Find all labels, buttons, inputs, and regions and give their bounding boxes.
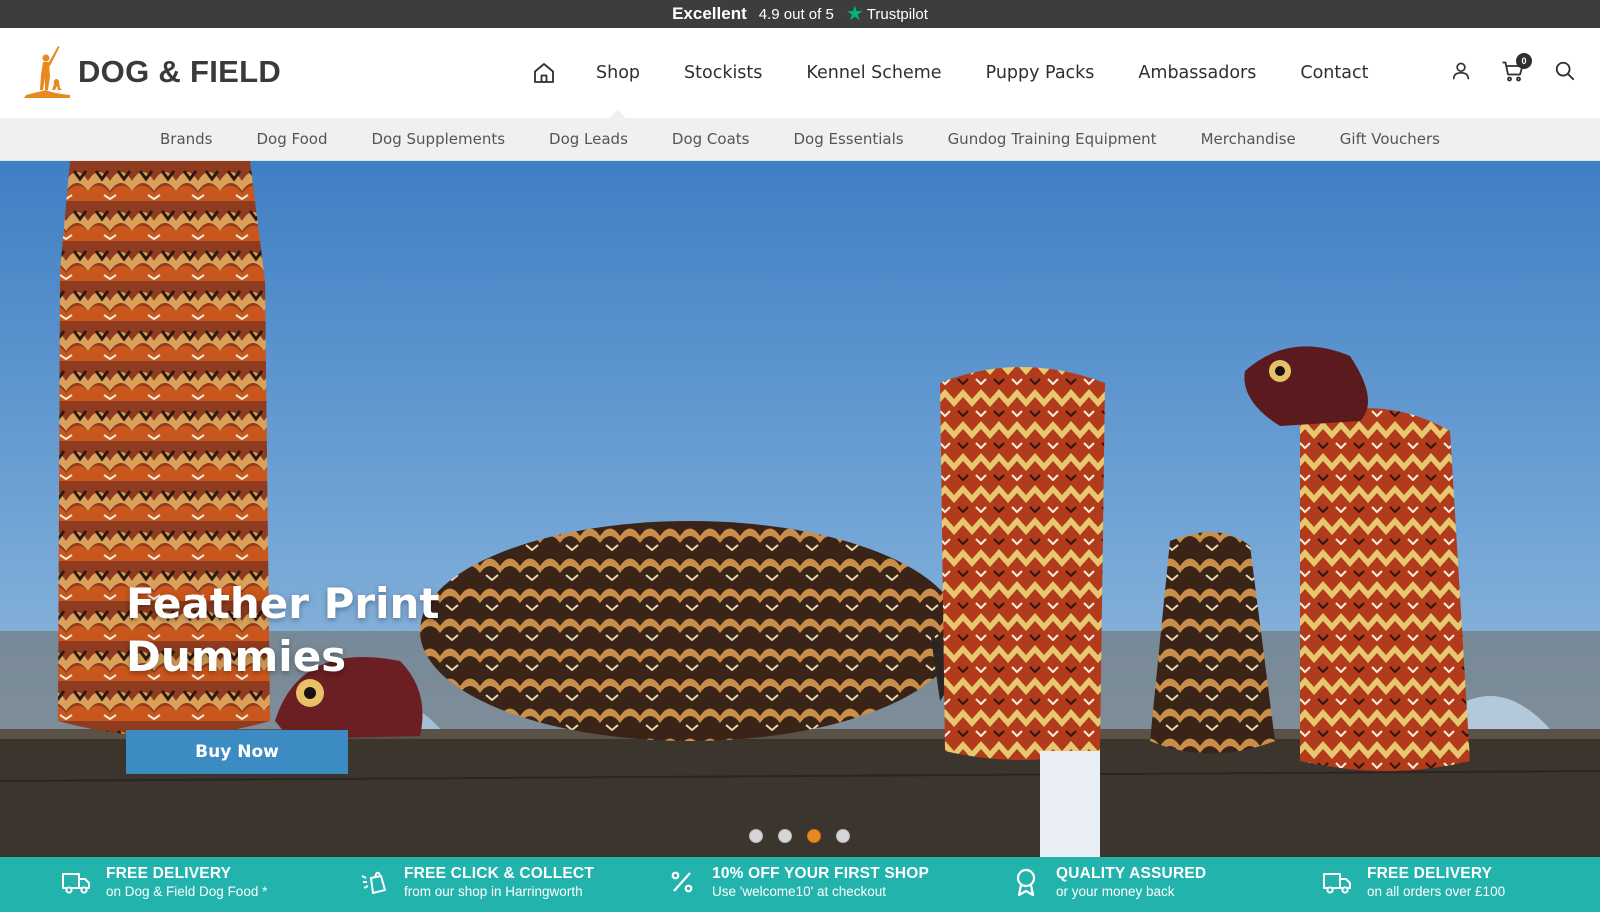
category-dog-supplements[interactable]: Dog Supplements — [372, 130, 506, 148]
nav-shop[interactable]: Shop — [596, 63, 640, 83]
hero-title-line2: Dummies — [126, 632, 347, 681]
category-gift-vouchers[interactable]: Gift Vouchers — [1340, 130, 1440, 148]
usp-title: FREE DELIVERY — [1367, 865, 1493, 882]
usp-title: 10% OFF YOUR FIRST SHOP — [712, 865, 930, 882]
hunter-dog-logo-icon — [24, 46, 70, 98]
search-icon — [1555, 61, 1575, 81]
account-button[interactable] — [1448, 58, 1474, 84]
category-merchandise[interactable]: Merchandise — [1201, 130, 1296, 148]
hero-slider: Feather Print Dummies Buy Now — [0, 161, 1600, 857]
category-dog-essentials[interactable]: Dog Essentials — [793, 130, 903, 148]
truck-icon — [60, 866, 92, 898]
usp-free-delivery-orders: FREE DELIVERY on all orders over £100 — [1321, 865, 1505, 899]
usp-bar: FREE DELIVERY on Dog & Field Dog Food * … — [0, 857, 1600, 912]
logo-text: DOG & FIELD — [78, 54, 282, 89]
award-icon — [1010, 866, 1042, 898]
slider-dots — [749, 829, 850, 843]
usp-subtitle: on all orders over £100 — [1367, 884, 1506, 899]
click-collect-icon — [358, 866, 390, 898]
percent-icon — [666, 866, 698, 898]
trustpilot-score: 4.9 out of 5 — [758, 5, 834, 23]
usp-title: FREE CLICK & COLLECT — [404, 865, 594, 882]
usp-click-collect: FREE CLICK & COLLECT from our shop in Ha… — [358, 865, 594, 899]
trustpilot-brand: Trustpilot — [866, 5, 928, 23]
trustpilot-rating-word: Excellent — [672, 4, 747, 23]
account-icon — [1452, 62, 1470, 80]
category-dog-food[interactable]: Dog Food — [257, 130, 328, 148]
usp-free-delivery-food: FREE DELIVERY on Dog & Field Dog Food * — [60, 865, 267, 899]
usp-title: FREE DELIVERY — [106, 865, 232, 882]
usp-title: QUALITY ASSURED — [1056, 865, 1207, 882]
slide-dot-1[interactable] — [749, 829, 763, 843]
category-brands[interactable]: Brands — [160, 130, 213, 148]
category-dog-coats[interactable]: Dog Coats — [672, 130, 750, 148]
category-gundog-training[interactable]: Gundog Training Equipment — [948, 130, 1157, 148]
nav-stockists[interactable]: Stockists — [684, 63, 762, 83]
logo[interactable]: DOG & FIELD — [22, 44, 281, 100]
slide-dot-4[interactable] — [836, 829, 850, 843]
main-nav: Shop Stockists Kennel Scheme Puppy Packs… — [530, 28, 1412, 118]
usp-quality-assured: QUALITY ASSURED or your money back — [1010, 865, 1206, 899]
cart-count-badge: 0 — [1516, 53, 1532, 69]
nav-kennel-scheme[interactable]: Kennel Scheme — [806, 63, 941, 83]
usp-subtitle: or your money back — [1056, 884, 1175, 899]
hero-title-line1: Feather Print — [126, 579, 440, 628]
buy-now-button[interactable]: Buy Now — [126, 730, 348, 774]
nav-contact[interactable]: Contact — [1300, 63, 1368, 83]
search-button[interactable] — [1552, 58, 1578, 84]
slide-dot-2[interactable] — [778, 829, 792, 843]
slide-dot-3[interactable] — [807, 829, 821, 843]
truck-icon — [1321, 866, 1353, 898]
nav-ambassadors[interactable]: Ambassadors — [1138, 63, 1256, 83]
usp-subtitle: from our shop in Harringworth — [404, 884, 583, 899]
usp-first-shop-discount: 10% OFF YOUR FIRST SHOP Use 'welcome10' … — [666, 865, 929, 899]
category-dog-leads[interactable]: Dog Leads — [549, 130, 628, 148]
nav-puppy-packs[interactable]: Puppy Packs — [986, 63, 1095, 83]
category-nav: Brands Dog Food Dog Supplements Dog Lead… — [0, 118, 1600, 161]
trustpilot-bar[interactable]: Excellent 4.9 out of 5 ★ Trustpilot — [0, 0, 1600, 28]
usp-subtitle: on Dog & Field Dog Food * — [106, 884, 268, 899]
usp-subtitle: Use 'welcome10' at checkout — [712, 884, 886, 899]
trustpilot-logo: ★ Trustpilot — [846, 4, 928, 24]
hero-title: Feather Print Dummies — [126, 577, 546, 683]
home-icon — [534, 63, 554, 83]
nav-home[interactable] — [530, 59, 558, 87]
header-icons: 0 — [1448, 53, 1578, 84]
cart-button[interactable]: 0 — [1500, 53, 1532, 84]
site-header: DOG & FIELD Shop Stockists Kennel Scheme… — [0, 28, 1600, 118]
trustpilot-star-icon: ★ — [845, 3, 864, 25]
